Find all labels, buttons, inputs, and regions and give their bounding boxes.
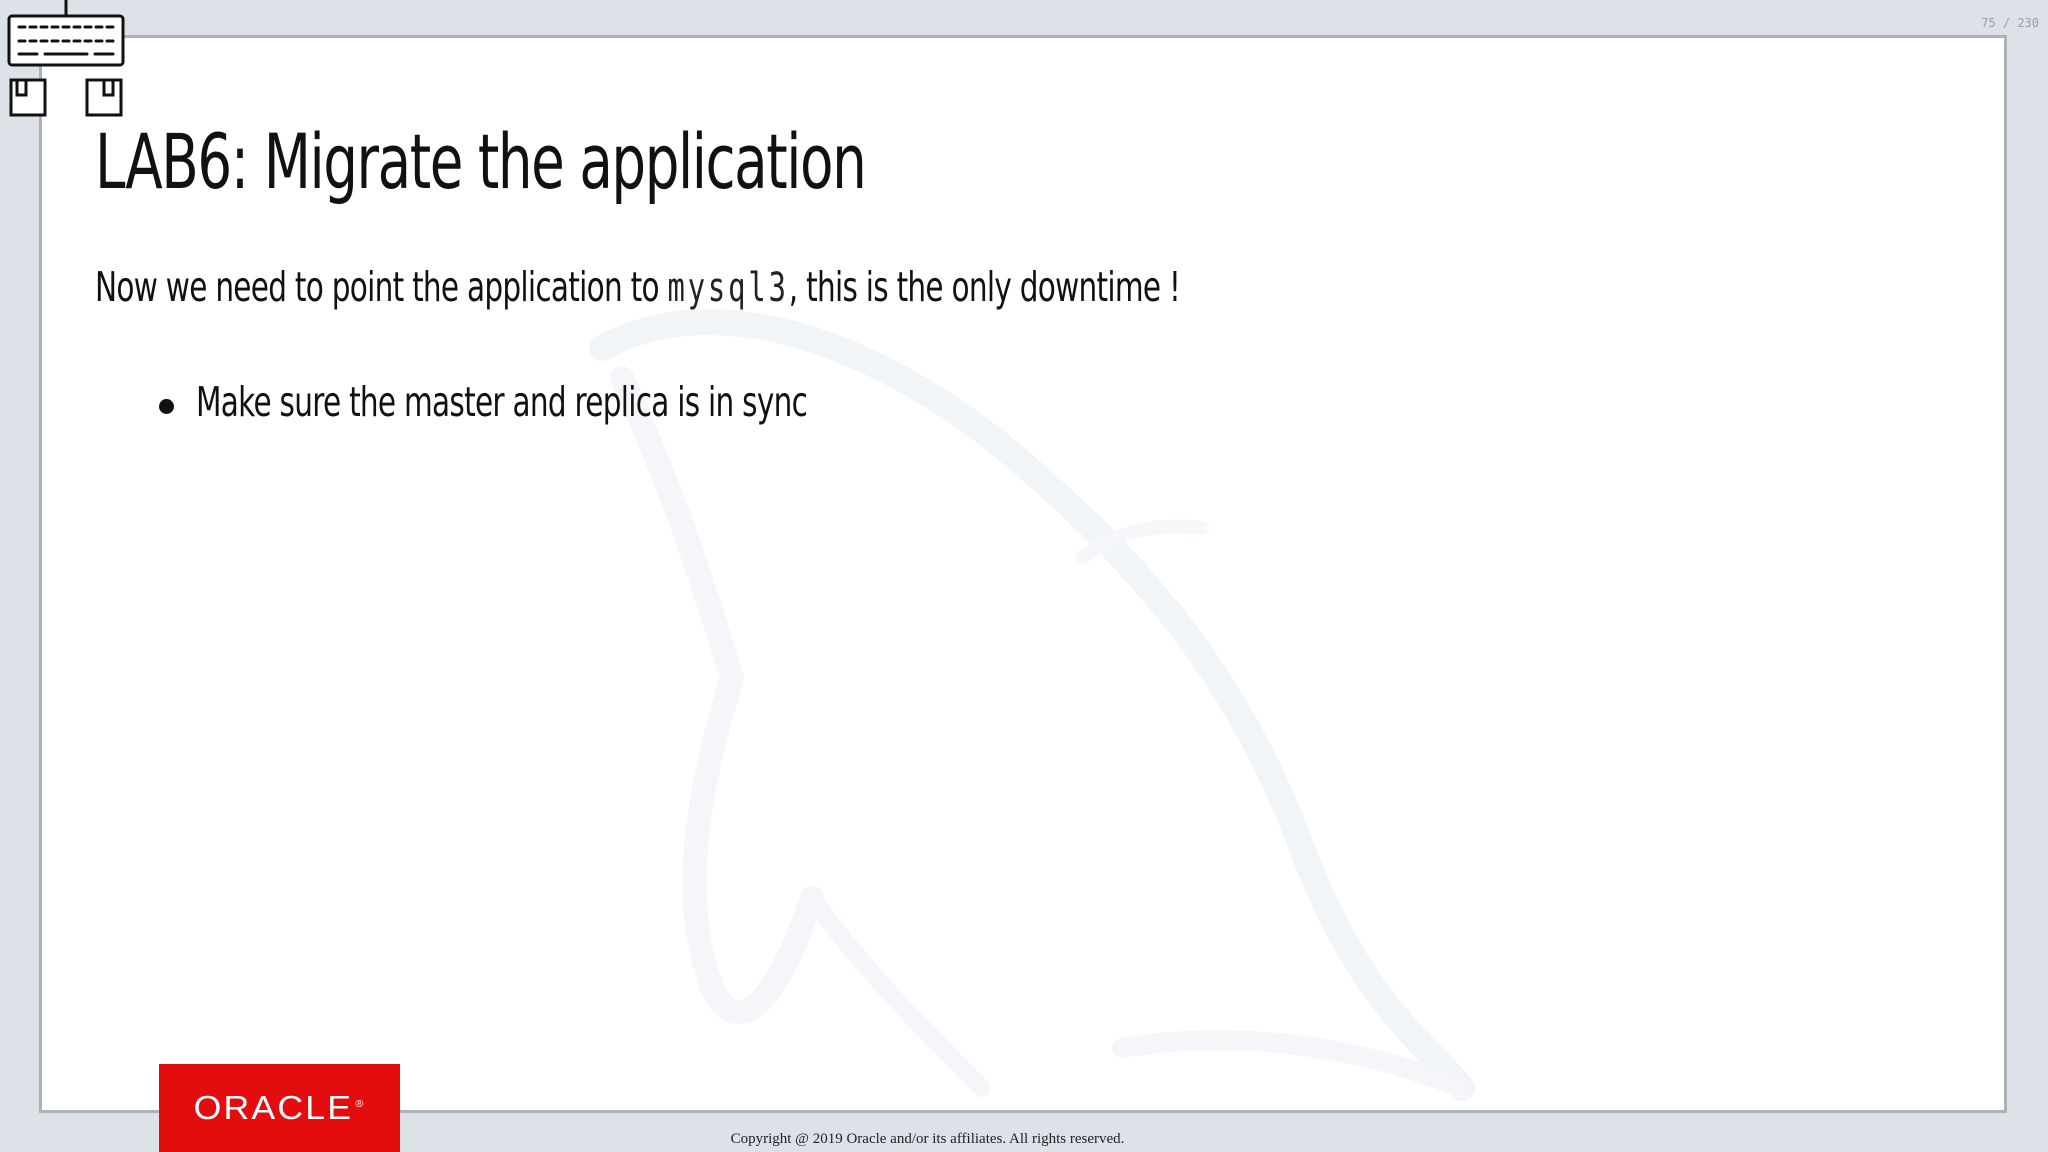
keyboard-mouse-icon: [7, 0, 127, 120]
presentation-viewer: 75 / 230 LAB6: Migrate the application N…: [0, 0, 2048, 1152]
page-counter: 75 / 230: [1981, 16, 2039, 30]
slide-intro: Now we need to point the application to …: [95, 265, 1181, 311]
slide: LAB6: Migrate the application Now we nee…: [39, 35, 2007, 1113]
intro-code-mysql3: mysql3: [667, 265, 789, 311]
oracle-logo-word: ORACLE: [193, 1089, 354, 1126]
registered-mark: ®: [355, 1099, 366, 1110]
intro-text-after: , this is the only downtime !: [788, 263, 1181, 311]
intro-text-before: Now we need to point the application to: [95, 263, 668, 311]
oracle-logo-text: ORACLE ®: [194, 1089, 366, 1127]
bullet-dot-icon: [159, 399, 174, 414]
slide-title: LAB6: Migrate the application: [95, 117, 867, 206]
bullet-text: Make sure the master and replica is in s…: [196, 378, 808, 426]
oracle-logo: ORACLE ®: [159, 1064, 400, 1152]
